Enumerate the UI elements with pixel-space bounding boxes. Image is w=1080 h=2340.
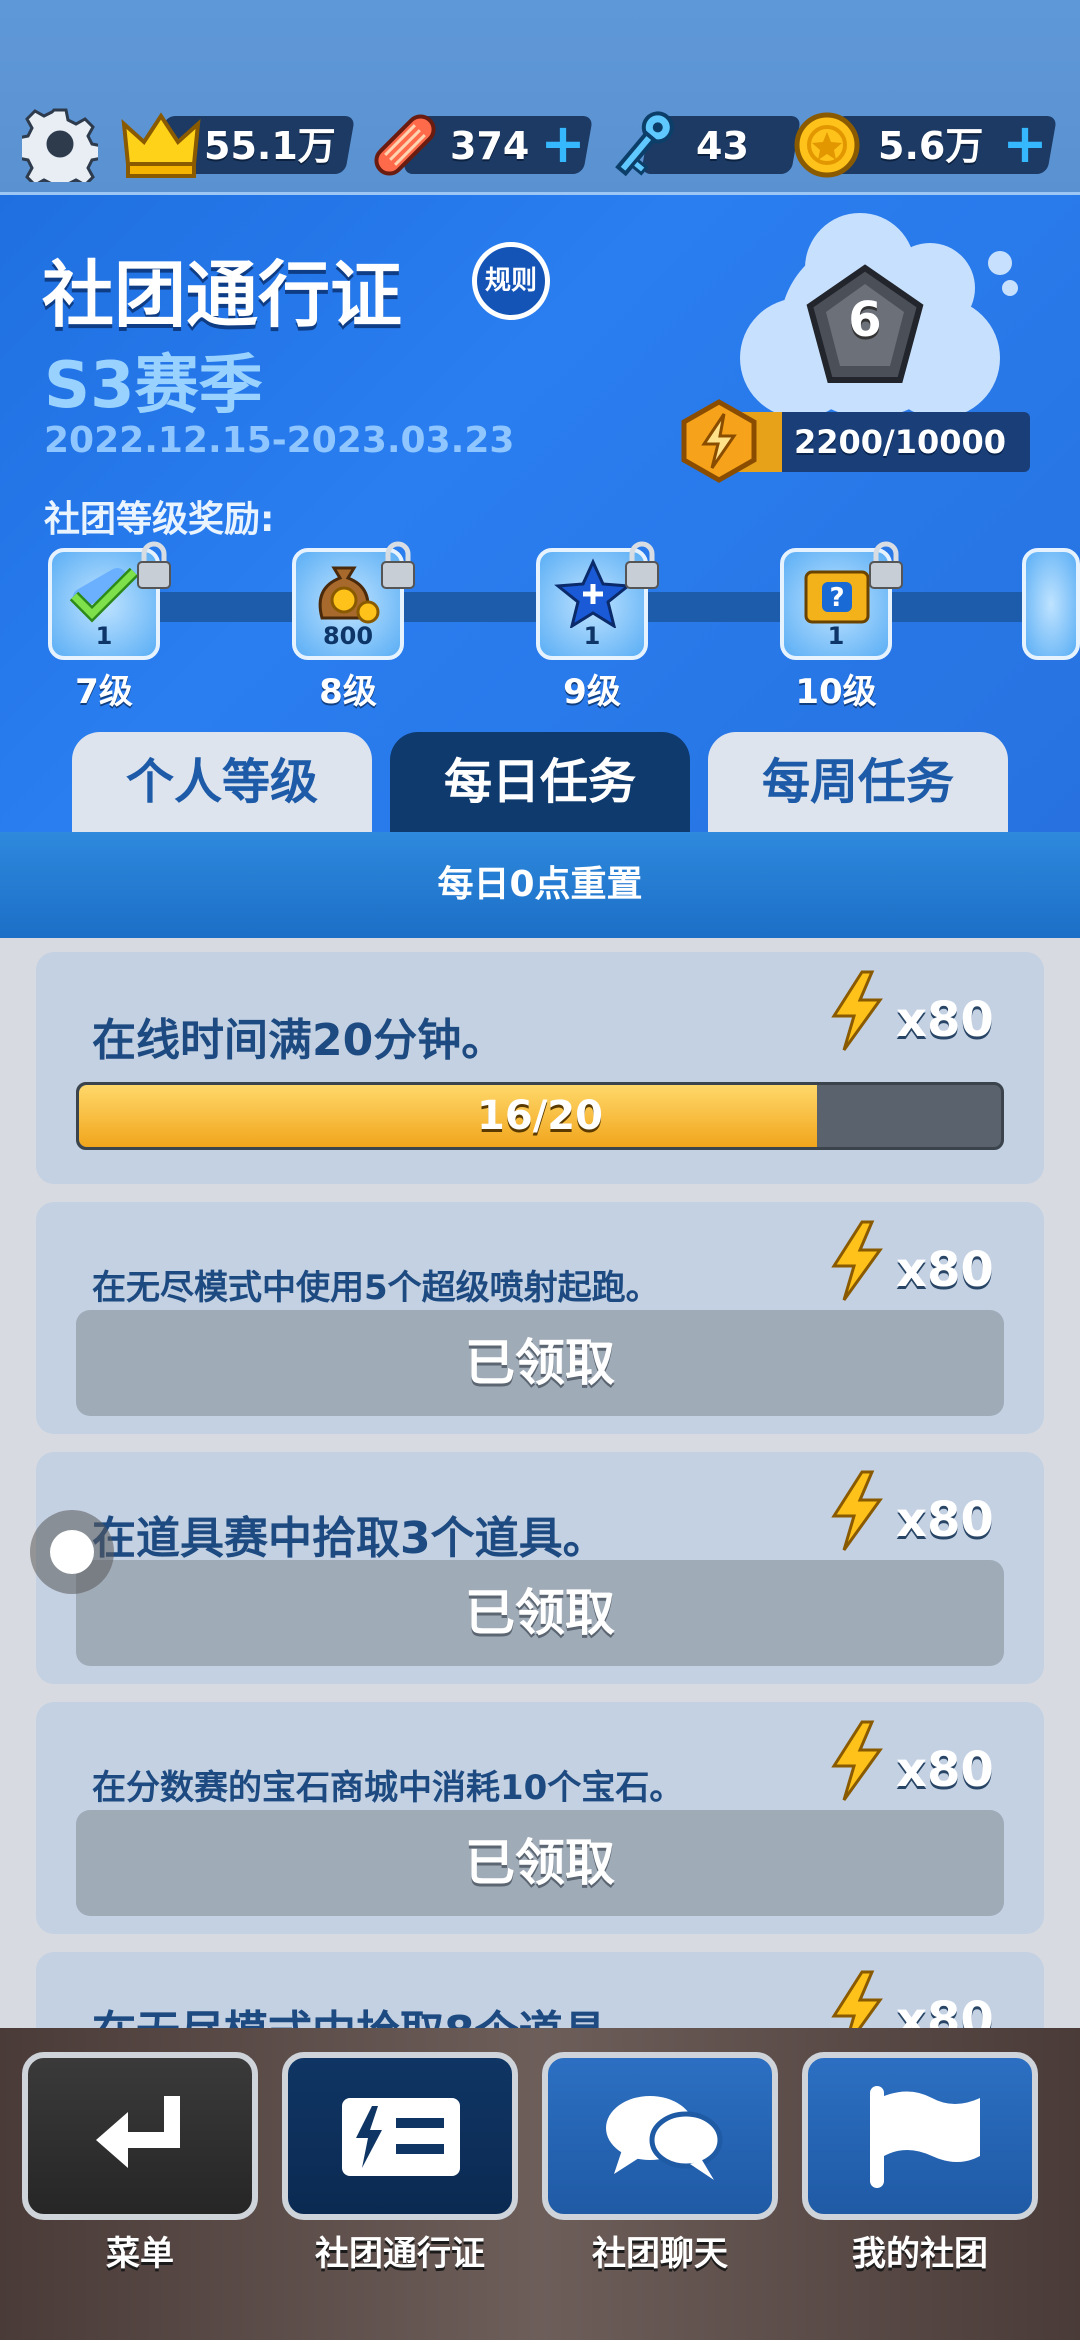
boards-value: 374 [450,124,530,168]
task-reward: x80 [896,992,994,1048]
season-label: S3赛季 [44,349,263,423]
menu-button[interactable] [22,2052,258,2220]
club-pass-nav-button[interactable] [282,2052,518,2220]
crown-icon [121,112,201,178]
chat-bubbles-icon [606,2096,723,2180]
task-progress-bar: 16/20 [76,1082,1004,1150]
task-card: 在道具赛中拾取3个道具。 x80 已领取 [36,1452,1044,1684]
club-level-rewards-label: 社团等级奖励: [44,499,275,540]
lock-icon [137,541,171,589]
lock-icon [625,541,659,589]
task-description: 在道具赛中拾取3个道具。 [92,1513,607,1564]
claimed-button[interactable]: 已领取 [76,1310,1004,1416]
task-description: 在线时间满20分钟。 [92,1015,506,1066]
claimed-button[interactable]: 已领取 [76,1810,1004,1916]
nav-label-club-chat: 社团聊天 [592,2234,728,2274]
tab-weekly-tasks[interactable]: 每周任务 [708,732,1008,832]
club-chat-button[interactable] [542,2052,778,2220]
svg-text:?: ? [829,583,844,613]
reward-level: 9级 [563,672,621,712]
return-arrow-icon [96,2096,180,2168]
task-description: 在无尽模式中拾取8个道具 [92,1996,607,2028]
task-reward: x80 [896,1742,994,1798]
pass-ticket-icon [342,2098,460,2176]
xp-text: 2200/10000 [793,423,1007,461]
task-card: 在分数赛的宝石商城中消耗10个宝石。 x80 已领取 [36,1702,1044,1934]
tab-daily-tasks[interactable]: 每日任务 [390,732,690,832]
nav-label-club-pass: 社团通行证 [315,2234,485,2274]
add-boards-button[interactable]: + [538,117,588,171]
daily-reset-notice: 每日0点重置 [0,832,1080,938]
task-reward: x80 [896,1992,994,2028]
claimed-button[interactable]: 已领取 [76,1560,1004,1666]
lock-icon [381,541,415,589]
reward-qty: 1 [827,622,845,650]
lightning-icon [831,1220,883,1301]
key-icon [615,111,674,177]
reward-level: 10级 [795,672,877,712]
gear-icon[interactable] [22,106,98,182]
lightning-icon [831,1970,883,2028]
lightning-icon [831,970,883,1051]
add-coins-button[interactable]: + [1000,117,1050,171]
task-reward: x80 [896,1492,994,1548]
assistive-touch-button[interactable] [30,1510,114,1594]
reward-qty: 1 [583,622,601,650]
nav-label-my-club: 我的社团 [852,2234,988,2274]
rules-button[interactable]: 规则 [472,242,550,320]
page-title: 社团通行证 [42,253,403,337]
task-card: 在线时间满20分钟。 x80 16/20 [36,952,1044,1184]
reward-level: 8级 [319,672,377,712]
reward-qty: 800 [322,622,374,650]
task-description: 在无尽模式中使用5个超级喷射起跑。 [92,1268,660,1308]
task-card: 在无尽模式中拾取8个道具 x80 [36,1952,1044,2028]
crowns-value: 55.1万 [204,124,336,168]
task-list[interactable]: 在线时间满20分钟。 x80 16/20 在无尽模式中使用5个超级喷射起跑。 x… [0,938,1080,2028]
task-description: 在分数赛的宝石商城中消耗10个宝石。 [92,1768,684,1808]
my-club-button[interactable] [802,2052,1038,2220]
task-progress-text: 16/20 [477,1093,603,1139]
season-dates: 2022.12.15-2023.03.23 [44,420,515,461]
nav-label-menu: 菜单 [106,2234,174,2274]
tab-personal-level[interactable]: 个人等级 [72,732,372,832]
task-card: 在无尽模式中使用5个超级喷射起跑。 x80 已领取 [36,1202,1044,1434]
lock-icon [869,541,903,589]
flag-icon [870,2086,980,2188]
energy-hexagon-icon [681,399,757,483]
lightning-icon [831,1470,883,1551]
reward-qty: 1 [95,622,113,650]
coin-icon [794,112,860,178]
reward-level: 7级 [75,672,133,712]
lightning-icon [831,1720,883,1801]
club-level: 6 [848,292,882,348]
hoverboard-icon [374,114,436,176]
reward-slot-next[interactable] [1022,548,1080,660]
keys-value: 43 [696,124,749,168]
coins-value: 5.6万 [878,124,984,168]
task-reward: x80 [896,1242,994,1298]
